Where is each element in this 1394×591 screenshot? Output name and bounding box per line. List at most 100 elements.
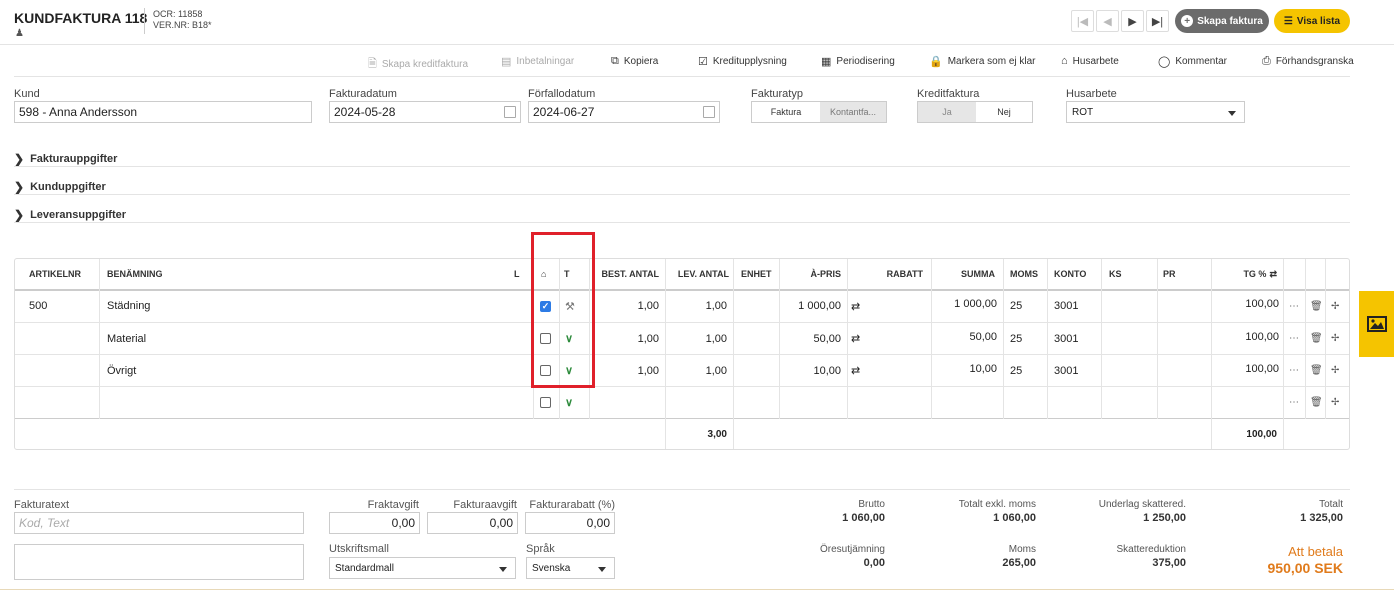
row3-lev-antal[interactable]: 1,00 (667, 355, 727, 386)
comment-button[interactable]: ◯ Kommentar (1158, 55, 1227, 68)
swap-icon[interactable]: ⇄ (851, 290, 860, 322)
house-work-select[interactable]: ROT (1066, 101, 1245, 123)
credit-invoice-toggle: Ja Nej (917, 101, 1033, 123)
invoice-text-area[interactable] (14, 544, 304, 580)
col-header-moms[interactable]: MOMS (1010, 259, 1038, 289)
more-icon[interactable]: ⋯ (1289, 387, 1299, 418)
invoice-type-faktura[interactable]: Faktura (752, 102, 820, 122)
freight-fee-input[interactable]: 0,00 (329, 512, 420, 534)
section-invoice-details[interactable]: ❯ Fakturauppgifter (14, 152, 117, 166)
new-row-house-checkbox[interactable] (540, 387, 551, 418)
customer-input[interactable]: 598 - Anna Andersson (14, 101, 312, 123)
list-icon: ☰ (1283, 15, 1293, 27)
first-record-button[interactable]: |◀ (1071, 10, 1094, 32)
row2-moms[interactable]: 25 (1010, 323, 1022, 354)
row2-lev-antal[interactable]: 1,00 (667, 323, 727, 354)
row3-konto[interactable]: 3001 (1054, 355, 1078, 386)
attachment-panel-toggle[interactable] (1359, 291, 1394, 357)
invoice-type-kontant[interactable]: Kontantfa... (820, 102, 886, 122)
checkbox-unchecked[interactable] (540, 397, 551, 408)
create-credit-invoice-button[interactable]: 🗎 Skapa kreditfaktura (368, 55, 468, 74)
invoice-date-input[interactable]: 2024-05-28 (329, 101, 521, 123)
col-header-apris[interactable]: À-PRIS (785, 259, 841, 289)
row2-benamning[interactable]: Material (107, 323, 146, 354)
new-row-type[interactable]: ∨ (565, 387, 573, 418)
col-header-konto[interactable]: KONTO (1054, 259, 1086, 289)
section-delivery-details[interactable]: ❯ Leveransuppgifter (14, 208, 126, 222)
amount-due-value: 950,00 SEK (1267, 560, 1344, 576)
total-lev-antal: 3,00 (707, 428, 727, 440)
section-divider (14, 222, 1350, 223)
row1-lev-antal[interactable]: 1,00 (667, 290, 727, 322)
col-header-summa[interactable]: SUMMA (933, 259, 995, 289)
col-header-tg[interactable]: TG % ⇄ (1211, 259, 1277, 289)
credit-invoice-yes[interactable]: Ja (918, 102, 976, 122)
credit-check-button[interactable]: ☑ Kreditupplysning (698, 55, 787, 68)
move-icon[interactable]: ✢ (1331, 323, 1339, 354)
house-work-button[interactable]: ⌂ Husarbete (1061, 55, 1119, 67)
col-header-benamning[interactable]: BENÄMNING (107, 259, 163, 289)
row1-best-antal[interactable]: 1,00 (591, 290, 659, 322)
show-list-button[interactable]: ☰ Visa lista (1274, 9, 1350, 33)
tax-basis-value: 1 250,00 (1143, 512, 1186, 524)
house-work-label: Husarbete (1066, 88, 1117, 100)
calendar-icon[interactable] (703, 106, 715, 118)
toolbar-divider (14, 76, 1350, 77)
trash-icon[interactable]: 🗑 (1310, 355, 1323, 386)
row3-benamning[interactable]: Övrigt (107, 355, 136, 386)
row3-best-antal[interactable]: 1,00 (591, 355, 659, 386)
language-select[interactable]: Svenska (526, 557, 615, 579)
col-divider (733, 259, 734, 449)
section-customer-details[interactable]: ❯ Kunduppgifter (14, 180, 106, 194)
swap-icon[interactable]: ⇄ (851, 355, 860, 386)
print-template-select[interactable]: Standardmall (329, 557, 516, 579)
col-header-pr[interactable]: PR (1163, 259, 1176, 289)
row1-benamning[interactable]: Städning (107, 290, 150, 322)
more-icon[interactable]: ⋯ (1289, 323, 1299, 354)
row1-moms[interactable]: 25 (1010, 290, 1022, 322)
last-record-button[interactable]: ▶| (1146, 10, 1169, 32)
invoice-fee-input[interactable]: 0,00 (427, 512, 518, 534)
row1-artikelnr[interactable]: 500 (29, 290, 47, 322)
copy-button[interactable]: ⧉ Kopiera (611, 55, 658, 68)
more-icon[interactable]: ⋯ (1289, 290, 1299, 322)
row2-apris[interactable]: 50,00 (779, 323, 841, 354)
calendar-icon[interactable] (504, 106, 516, 118)
move-icon[interactable]: ✢ (1331, 387, 1339, 418)
create-invoice-button[interactable]: + Skapa faktura (1175, 9, 1269, 33)
mark-not-done-button[interactable]: 🔒 Markera som ej klar (929, 55, 1036, 68)
invoice-text-input[interactable]: Kod, Text (14, 512, 304, 534)
col-header-enhet[interactable]: ENHET (741, 259, 772, 289)
trash-icon[interactable]: 🗑 (1310, 290, 1323, 322)
col-header-artikelnr[interactable]: ARTIKELNR (29, 259, 81, 289)
trash-icon[interactable]: 🗑 (1310, 387, 1323, 418)
swap-icon[interactable]: ⇄ (851, 323, 860, 354)
trash-icon[interactable]: 🗑 (1310, 323, 1323, 354)
due-date-input[interactable]: 2024-06-27 (528, 101, 720, 123)
row3-apris[interactable]: 10,00 (779, 355, 841, 386)
row1-apris[interactable]: 1 000,00 (779, 290, 841, 322)
more-icon[interactable]: ⋯ (1289, 355, 1299, 386)
row2-best-antal[interactable]: 1,00 (591, 323, 659, 354)
payments-button[interactable]: ▤ Inbetalningar (501, 55, 574, 68)
preview-button[interactable]: ⎙ Förhandsgranska (1262, 55, 1354, 68)
move-icon[interactable]: ✢ (1331, 290, 1339, 322)
credit-invoice-no[interactable]: Nej (976, 102, 1032, 122)
col-header-best-antal[interactable]: BEST. ANTAL (591, 259, 660, 289)
col-header-ks[interactable]: KS (1109, 259, 1122, 289)
move-icon[interactable]: ✢ (1331, 355, 1339, 386)
col-divider (1047, 259, 1048, 419)
row3-moms[interactable]: 25 (1010, 355, 1022, 386)
invoice-type-toggle: Faktura Kontantfa... (751, 101, 887, 123)
col-header-l[interactable]: L (514, 259, 520, 289)
accrual-button[interactable]: ▦ Periodisering (821, 55, 895, 68)
col-header-lev-antal[interactable]: LEV. ANTAL (667, 259, 729, 289)
row1-konto[interactable]: 3001 (1054, 290, 1078, 322)
next-record-button[interactable]: ▶ (1121, 10, 1144, 32)
row2-konto[interactable]: 3001 (1054, 323, 1078, 354)
footer-divider (14, 489, 1350, 490)
invoice-discount-input[interactable]: 0,00 (525, 512, 615, 534)
col-header-rabatt[interactable]: RABATT (855, 259, 923, 289)
rounding-value: 0,00 (863, 557, 885, 569)
previous-record-button[interactable]: ◀ (1096, 10, 1119, 32)
